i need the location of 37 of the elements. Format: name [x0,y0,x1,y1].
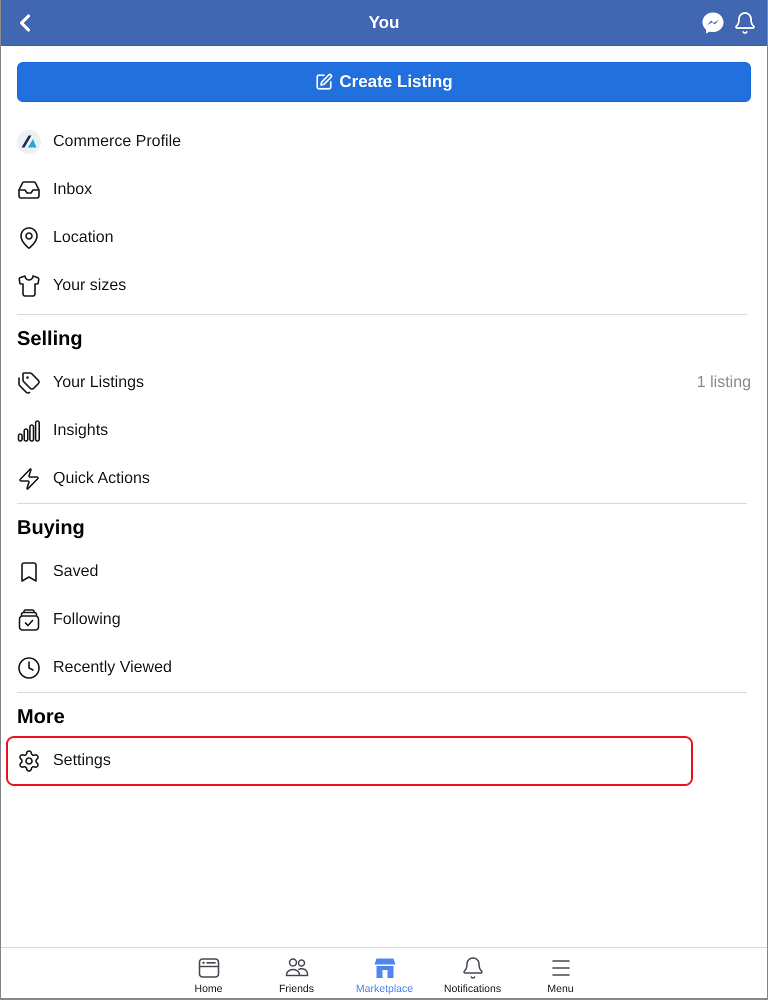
messenger-icon[interactable] [701,11,725,35]
menu-item[interactable]: Commerce Profile [53,133,182,151]
menu-item[interactable]: Insights [53,422,108,440]
menu-item[interactable]: Quick Actions [53,470,150,488]
box-check-icon [17,608,41,632]
section-heading: More [17,704,65,730]
menu-item[interactable]: Location [53,229,114,247]
store-icon [372,956,396,980]
bell-icon [460,956,484,980]
nav-tab[interactable]: Friends [252,948,340,998]
menu-item[interactable]: Your Listings [53,374,144,392]
section-heading: Buying [17,516,85,540]
menu-item[interactable]: Saved [53,563,98,581]
nav-tab[interactable]: Home [164,948,252,998]
menu-item[interactable]: Settings [53,752,111,770]
clock-icon [17,656,41,680]
lightning-icon [17,467,41,491]
listing-count: 1 listing [696,374,751,392]
menu-item[interactable]: Inbox [53,181,92,199]
create-listing-button[interactable]: Create Listing [17,62,751,102]
menu-item[interactable]: Your sizes [53,277,126,295]
edit-icon [315,73,334,91]
nav-tab[interactable]: Menu [516,948,604,998]
shirt-icon [17,274,41,298]
tags-icon [17,371,41,395]
bell-icon[interactable] [733,11,757,35]
nav-tab[interactable]: Notifications [428,948,516,998]
inbox-tray-icon [17,178,41,202]
logo-icon [17,130,41,154]
bar-chart-icon [17,419,41,443]
section-heading: Selling [17,326,83,352]
location-pin-icon [17,226,41,250]
menu-item[interactable]: Following [53,611,121,629]
settings-icon [17,749,41,773]
page-title: You [368,13,400,33]
home-icon [196,956,220,980]
menu-item[interactable]: Recently Viewed [53,659,172,677]
